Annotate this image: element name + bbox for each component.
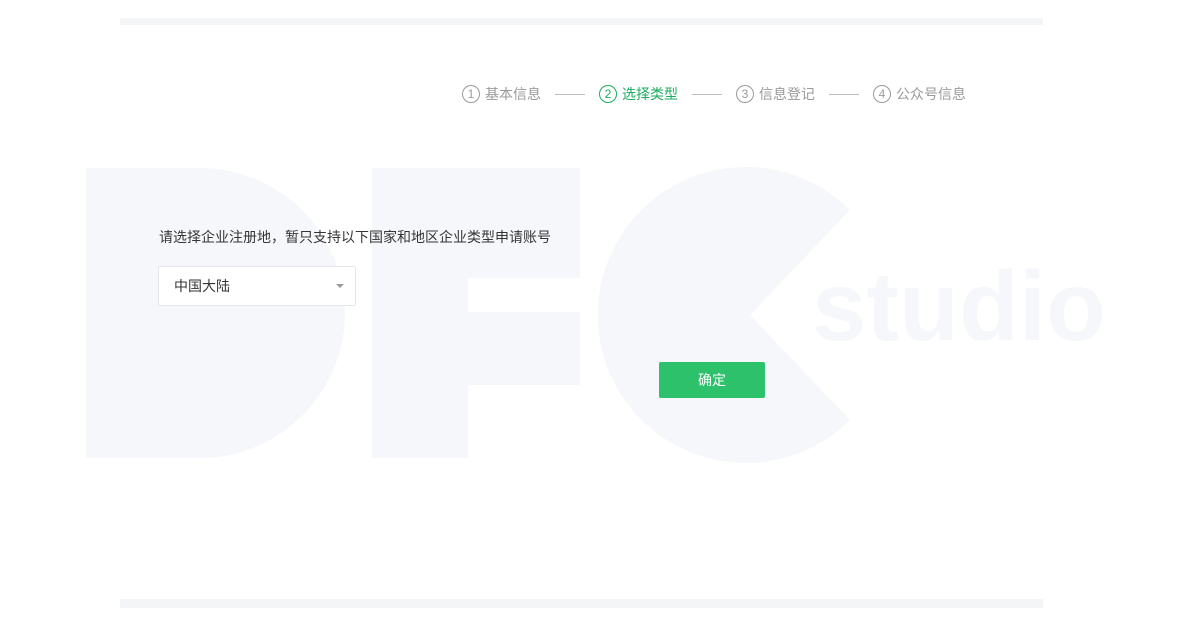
step-connector [829, 93, 859, 95]
registration-steps: 1 基本信息 2 选择类型 3 信息登记 4 公众号信息 [462, 84, 966, 104]
page: studio 1 基本信息 2 选择类型 3 信息登记 4 公众号信息 请选择企… [0, 0, 1200, 630]
confirm-button[interactable]: 确定 [659, 362, 765, 398]
step-select-type: 2 选择类型 [599, 84, 678, 104]
step-number: 2 [599, 85, 617, 103]
region-select[interactable]: 中国大陆 [158, 266, 356, 306]
step-label: 选择类型 [622, 86, 678, 102]
step-connector [692, 93, 722, 95]
region-select-value: 中国大陆 [174, 278, 230, 294]
region-prompt: 请选择企业注册地，暂只支持以下国家和地区企业类型申请账号 [159, 229, 551, 245]
watermark-text: studio [812, 251, 1106, 361]
step-label: 基本信息 [485, 86, 541, 102]
caret-down-icon [336, 284, 344, 288]
step-basic-info: 1 基本信息 [462, 84, 541, 104]
step-number: 3 [736, 85, 754, 103]
step-account-info: 4 公众号信息 [873, 84, 966, 104]
step-label: 信息登记 [759, 86, 815, 102]
step-number: 4 [873, 85, 891, 103]
step-label: 公众号信息 [896, 86, 966, 102]
step-number: 1 [462, 85, 480, 103]
step-connector [555, 93, 585, 95]
step-info-registration: 3 信息登记 [736, 84, 815, 104]
